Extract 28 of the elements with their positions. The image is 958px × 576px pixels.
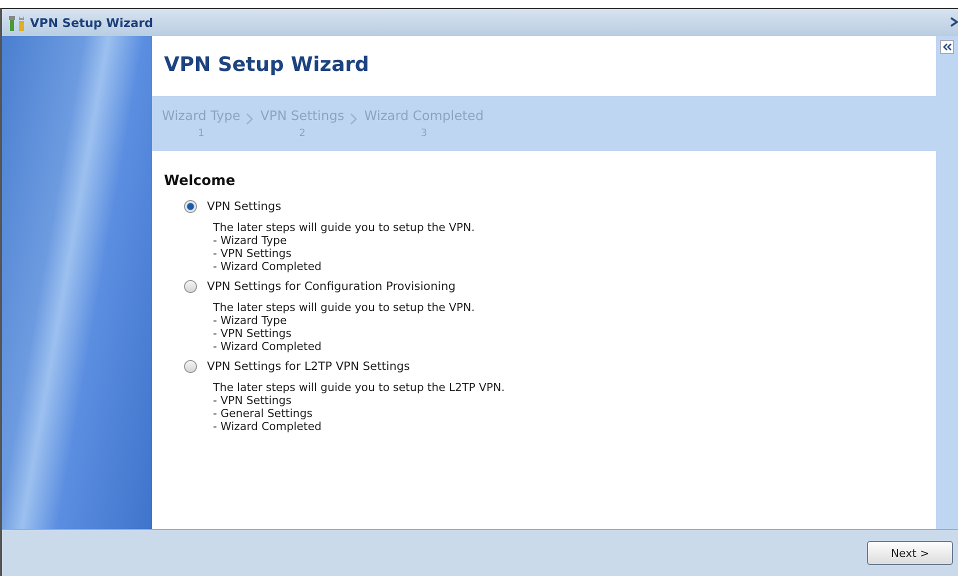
section-title: Welcome xyxy=(164,173,236,189)
radio-button[interactable] xyxy=(184,280,197,292)
option-label: VPN Settings for Configuration Provisioning xyxy=(207,279,456,293)
radio-button[interactable] xyxy=(184,200,197,212)
wizard-heading: VPN Setup Wizard xyxy=(164,52,370,76)
option-label: VPN Settings for L2TP VPN Settings xyxy=(207,359,410,373)
description-line: - Wizard Completed xyxy=(213,420,322,433)
description-line: - VPN Settings xyxy=(213,247,292,260)
tools-icon xyxy=(8,14,26,30)
description-line: The later steps will guide you to setup the L2TP VPN. xyxy=(213,381,506,394)
description-line: - Wizard Type xyxy=(213,314,288,327)
close-icon[interactable] xyxy=(950,15,958,29)
description-line: - VPN Settings xyxy=(213,394,292,407)
description-line: - VPN Settings xyxy=(213,327,292,340)
description-line: The later steps will guide you to setup the VPN. xyxy=(213,301,476,314)
description-line: The later steps will guide you to setup the VPN. xyxy=(213,221,476,234)
description-line: - Wizard Type xyxy=(213,234,288,247)
window-title: VPN Setup Wizard xyxy=(30,16,154,30)
chevron-icon xyxy=(246,113,254,125)
description-line: - General Settings xyxy=(213,407,314,420)
description-line: - Wizard Completed xyxy=(213,260,322,273)
chevron-icon xyxy=(350,113,358,125)
collapse-button[interactable] xyxy=(940,40,954,54)
next-button[interactable]: Next > xyxy=(867,541,953,565)
double-chevron-icon xyxy=(942,43,952,51)
radio-button[interactable] xyxy=(184,360,197,372)
option-label: VPN Settings xyxy=(207,199,282,213)
description-line: - Wizard Completed xyxy=(213,340,322,353)
